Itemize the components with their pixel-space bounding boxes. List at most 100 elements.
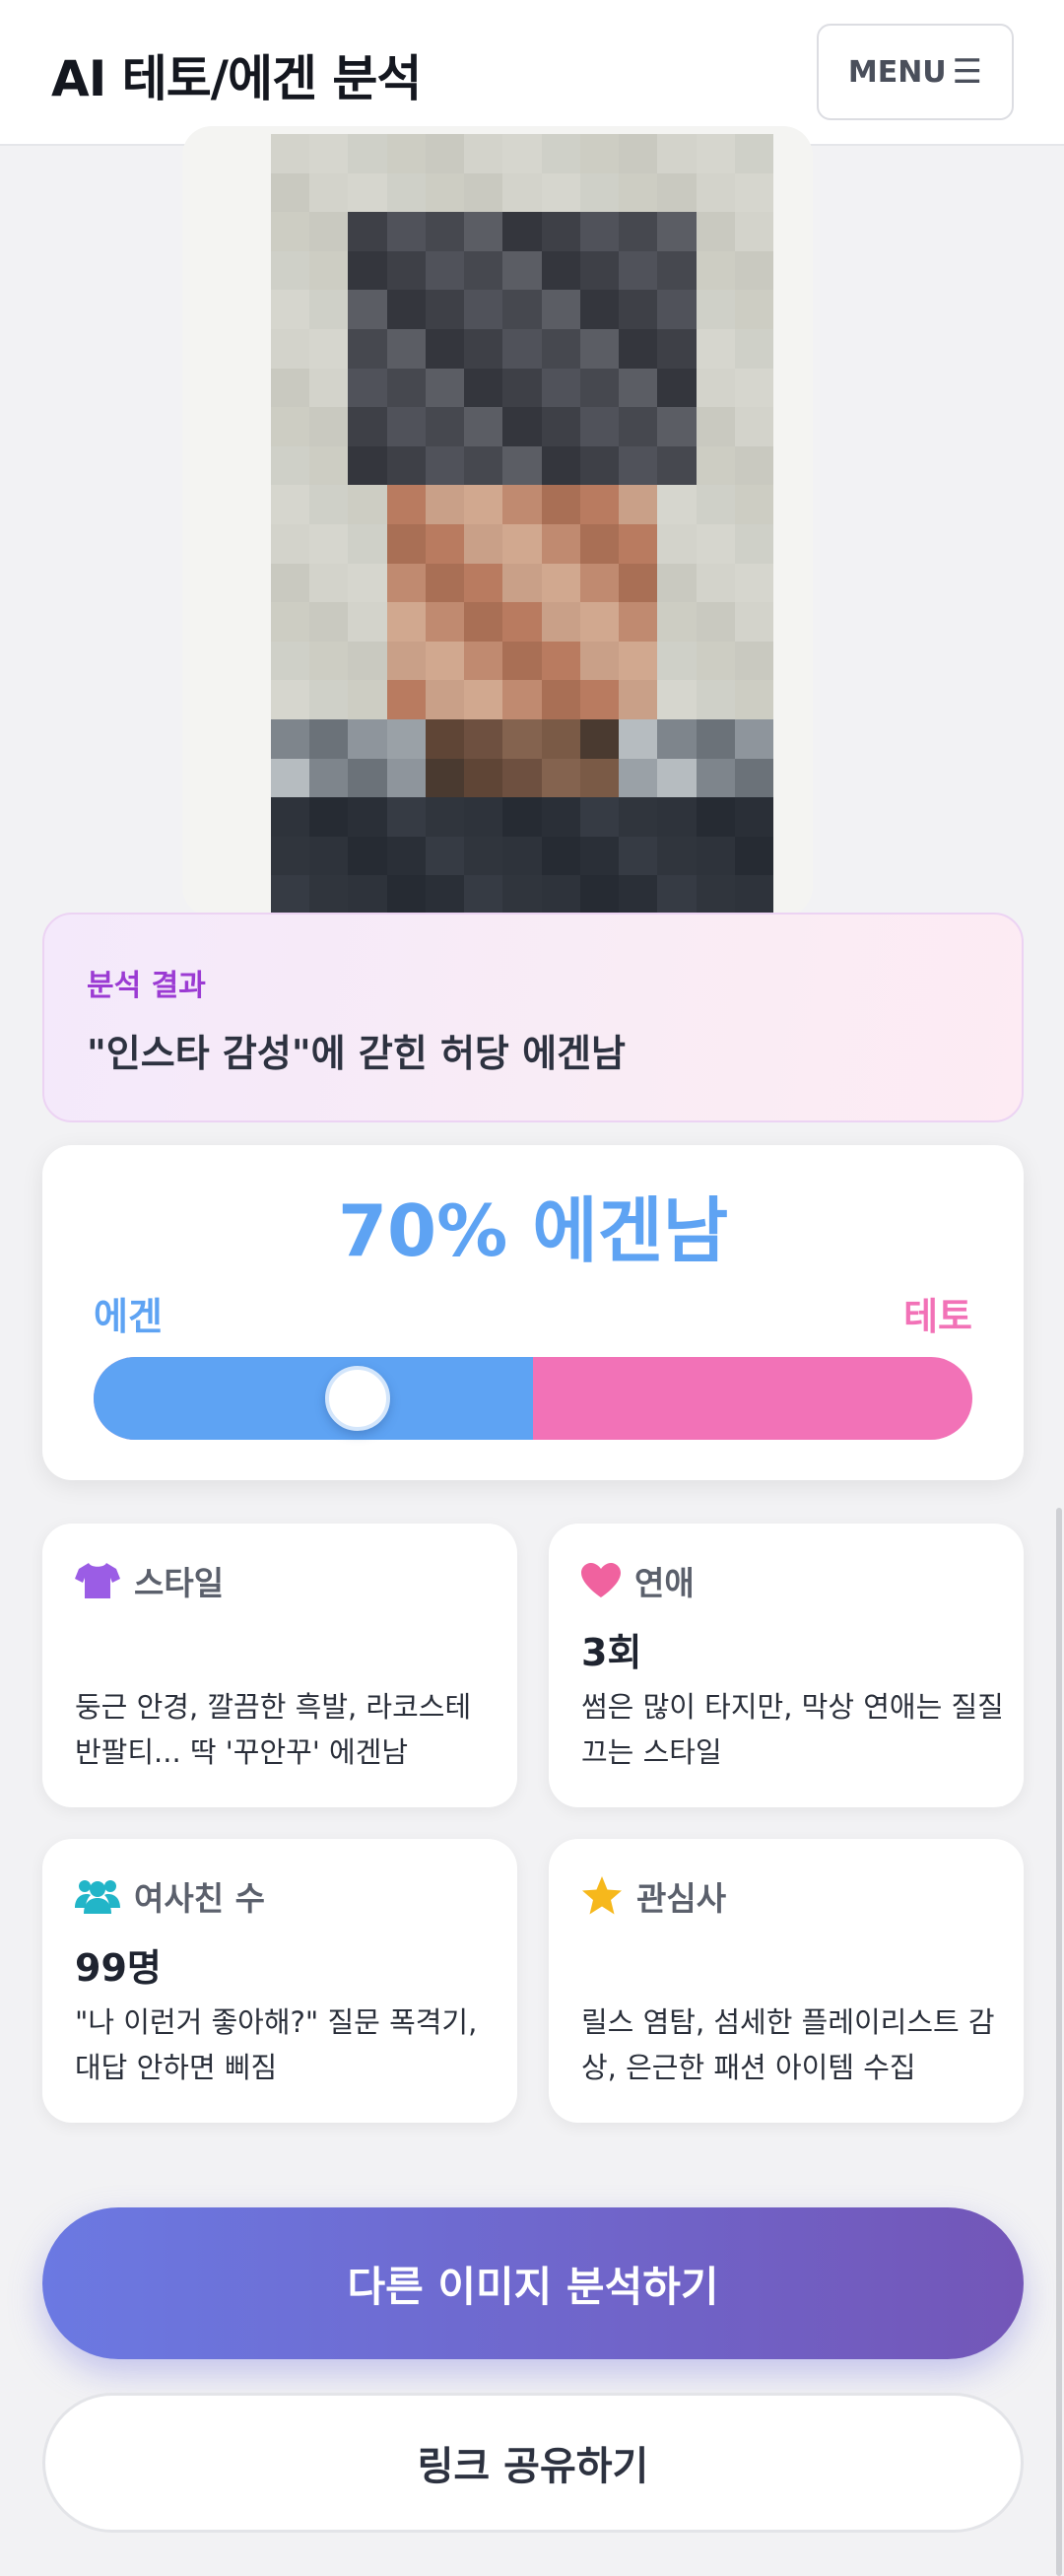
photo-pixel (309, 563, 349, 603)
photo-pixel (579, 523, 620, 564)
photo-pixel (309, 290, 349, 329)
photo-pixel (271, 485, 310, 524)
photo-pixel (386, 836, 426, 876)
photo-pixel (619, 523, 658, 564)
photo-pixel (386, 875, 426, 915)
tshirt-icon (75, 1563, 120, 1598)
photo-pixel (271, 875, 310, 915)
photo-pixel (271, 328, 310, 369)
photo-pixel (657, 445, 697, 486)
photo-pixel (386, 212, 426, 251)
photo-pixel (309, 758, 349, 798)
photo-pixel (502, 172, 542, 213)
photo-pixel (657, 758, 697, 798)
romance-card: 연애 3회 썸은 많이 타지만, 막상 연애는 질질 끄는 스타일 (549, 1524, 1024, 1807)
photo-pixel (696, 485, 735, 524)
photo-pixel (464, 250, 503, 291)
photo-pixel (619, 680, 658, 719)
photo-pixel (541, 134, 580, 173)
photo-pixel (348, 134, 387, 173)
photo-pixel (271, 641, 310, 681)
photo-pixel (271, 797, 310, 837)
photo-pixel (309, 368, 349, 408)
page-scrollbar[interactable] (1056, 1508, 1062, 2576)
interests-card: 관심사 릴스 염탐, 섬세한 플레이리스트 감상, 은근한 패션 아이템 수집 (549, 1839, 1024, 2123)
photo-pixel (619, 602, 658, 642)
menu-button[interactable]: MENU ☰ (817, 24, 1014, 120)
photo-pixel (309, 328, 349, 369)
style-card: 스타일 둥근 안경, 깔끔한 흑발, 라코스테 반팔티... 딱 '꾸안꾸' 에… (42, 1524, 517, 1807)
photo-pixel (386, 250, 426, 291)
photo-pixel (348, 368, 387, 408)
photo-pixel (696, 328, 735, 369)
photo-pixel (541, 718, 580, 759)
photo-pixel (464, 797, 503, 837)
photo-pixel (348, 680, 387, 719)
photo-pixel (657, 328, 697, 369)
photo-pixel (541, 212, 580, 251)
photo-pixel (464, 875, 503, 915)
photo-pixel (502, 407, 542, 446)
photo-pixel (579, 718, 620, 759)
photo-pixel (348, 797, 387, 837)
score-indicator-thumb (324, 1366, 390, 1431)
score-bar (94, 1357, 972, 1440)
photo-pixel (464, 172, 503, 213)
photo-pixel (579, 797, 620, 837)
photo-pixel (348, 875, 387, 915)
photo-pixel (425, 758, 465, 798)
photo-pixel (541, 407, 580, 446)
photo-pixel (425, 368, 465, 408)
photo-pixel (386, 602, 426, 642)
photo-pixel (386, 134, 426, 173)
photo-pixel (309, 134, 349, 173)
photo-pixel (464, 523, 503, 564)
photo-pixel (619, 485, 658, 524)
photo-pixel (425, 250, 465, 291)
analyze-another-image-button[interactable]: 다른 이미지 분석하기 (42, 2207, 1024, 2359)
photo-pixel (425, 641, 465, 681)
photo-pixel (619, 368, 658, 408)
photo-pixel (464, 290, 503, 329)
photo-pixel (657, 797, 697, 837)
photo-pixel (619, 250, 658, 291)
photo-pixel (464, 407, 503, 446)
photo-pixel (579, 212, 620, 251)
photo-pixel (386, 368, 426, 408)
photo-pixel (464, 212, 503, 251)
photo-pixel (309, 523, 349, 564)
photo-pixel (579, 134, 620, 173)
photo-pixel (309, 445, 349, 486)
photo-pixel (464, 134, 503, 173)
photo-pixel (696, 563, 735, 603)
photo-pixel (579, 172, 620, 213)
photo-pixel (734, 212, 773, 251)
score-card: 70% 에겐남 에겐 테토 (42, 1145, 1024, 1480)
photo-pixel (502, 445, 542, 486)
photo-pixel (541, 680, 580, 719)
photo-pixel (696, 523, 735, 564)
photo-pixel (348, 602, 387, 642)
photo-pixel (464, 718, 503, 759)
photo-pixel (619, 758, 658, 798)
share-link-button[interactable]: 링크 공유하기 (42, 2393, 1024, 2533)
photo-pixel (464, 368, 503, 408)
photo-pixel (579, 680, 620, 719)
result-title: "인스타 감성"에 갇힌 허당 에겐남 (87, 1032, 626, 1075)
photo-pixel (657, 563, 697, 603)
photo-pixel (657, 290, 697, 329)
photo-pixel (619, 563, 658, 603)
photo-pixel (734, 407, 773, 446)
photo-pixel (579, 563, 620, 603)
photo-pixel (348, 718, 387, 759)
photo-pixel (464, 758, 503, 798)
photo-pixel (502, 718, 542, 759)
photo-pixel (502, 250, 542, 291)
photo-pixel (464, 836, 503, 876)
photo-pixel (696, 718, 735, 759)
photo-pixel (309, 602, 349, 642)
photo-pixel (464, 563, 503, 603)
photo-pixel (696, 134, 735, 173)
photo-pixel (541, 563, 580, 603)
score-bar-egen-fill (94, 1357, 533, 1440)
